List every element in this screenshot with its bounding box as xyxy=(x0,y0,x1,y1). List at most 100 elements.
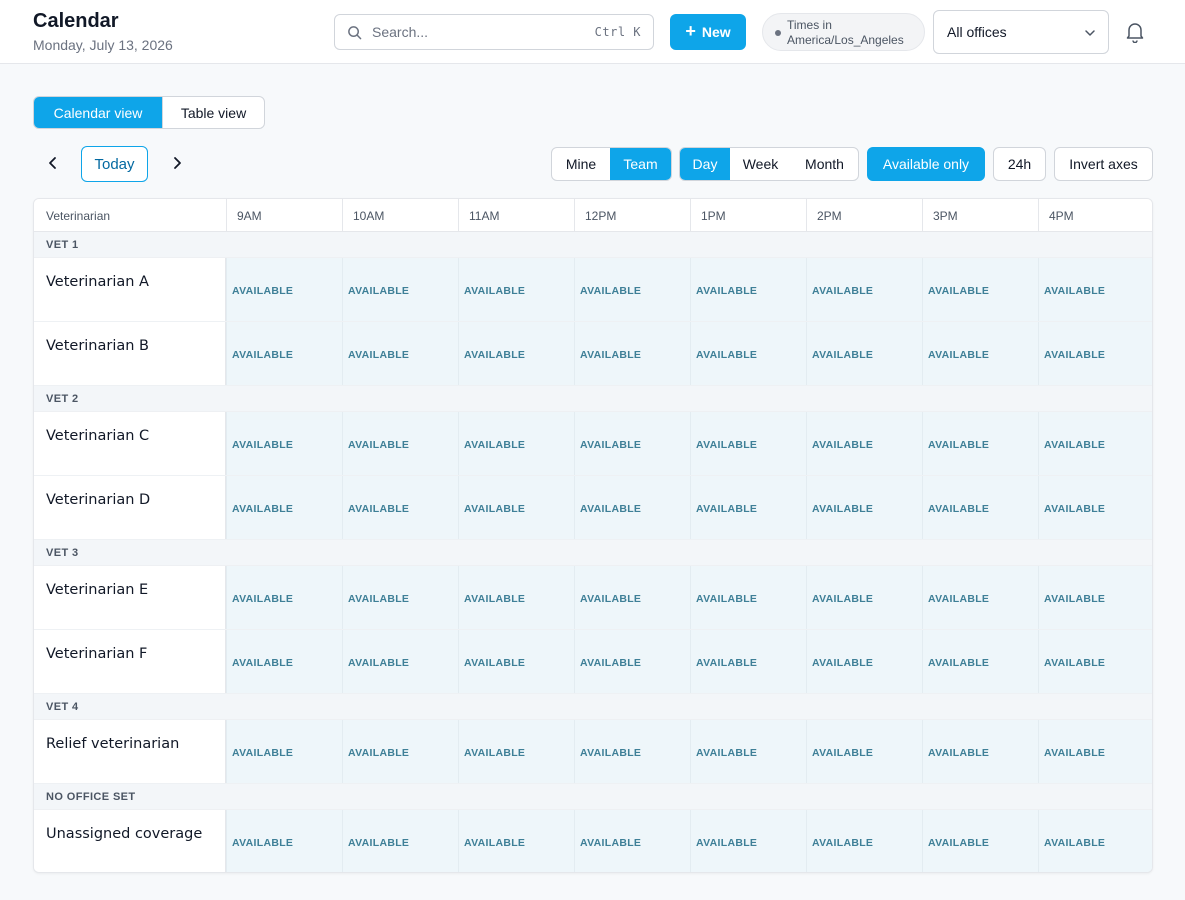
availability-slot[interactable]: AVAILABLE xyxy=(1038,810,1152,872)
availability-slot[interactable]: AVAILABLE xyxy=(806,258,922,321)
availability-label: AVAILABLE xyxy=(232,285,294,297)
availability-slot[interactable]: AVAILABLE xyxy=(806,476,922,539)
24h-toggle[interactable]: 24h xyxy=(993,147,1046,181)
availability-slot[interactable]: AVAILABLE xyxy=(226,412,342,475)
availability-slot[interactable]: AVAILABLE xyxy=(458,412,574,475)
availability-slot[interactable]: AVAILABLE xyxy=(690,630,806,693)
availability-slot[interactable]: AVAILABLE xyxy=(458,630,574,693)
availability-slot[interactable]: AVAILABLE xyxy=(574,258,690,321)
new-button[interactable]: + New xyxy=(670,14,746,50)
availability-slot[interactable]: AVAILABLE xyxy=(806,566,922,629)
available-only-toggle[interactable]: Available only xyxy=(867,147,985,181)
availability-slot[interactable]: AVAILABLE xyxy=(342,476,458,539)
availability-slot[interactable]: AVAILABLE xyxy=(342,566,458,629)
chevron-right-icon[interactable] xyxy=(168,154,186,172)
availability-slot[interactable]: AVAILABLE xyxy=(574,630,690,693)
mine-tab[interactable]: Mine xyxy=(552,148,610,180)
availability-slot[interactable]: AVAILABLE xyxy=(342,322,458,385)
availability-slot[interactable]: AVAILABLE xyxy=(574,720,690,783)
veterinarian-name: Veterinarian F xyxy=(46,646,148,662)
availability-slot[interactable]: AVAILABLE xyxy=(690,810,806,872)
availability-slot[interactable]: AVAILABLE xyxy=(458,566,574,629)
availability-slot[interactable]: AVAILABLE xyxy=(226,810,342,872)
availability-slot[interactable]: AVAILABLE xyxy=(458,322,574,385)
availability-slot[interactable]: AVAILABLE xyxy=(458,810,574,872)
availability-slot[interactable]: AVAILABLE xyxy=(342,810,458,872)
veterinarian-name-cell: Relief veterinarian xyxy=(34,720,226,783)
month-tab[interactable]: Month xyxy=(791,148,858,180)
availability-slot[interactable]: AVAILABLE xyxy=(1038,476,1152,539)
availability-slot[interactable]: AVAILABLE xyxy=(574,412,690,475)
availability-slot[interactable]: AVAILABLE xyxy=(690,258,806,321)
availability-slot[interactable]: AVAILABLE xyxy=(922,258,1038,321)
availability-slot[interactable]: AVAILABLE xyxy=(806,412,922,475)
table-view-tab[interactable]: Table view xyxy=(162,97,264,128)
availability-slot[interactable]: AVAILABLE xyxy=(574,810,690,872)
office-group-header: NO OFFICE SET xyxy=(34,784,1152,810)
availability-slot[interactable]: AVAILABLE xyxy=(1038,322,1152,385)
availability-slot[interactable]: AVAILABLE xyxy=(690,476,806,539)
team-tab[interactable]: Team xyxy=(610,148,671,180)
today-button[interactable]: Today xyxy=(81,146,148,182)
veterinarian-column-header: Veterinarian xyxy=(46,209,111,223)
availability-slot[interactable]: AVAILABLE xyxy=(458,720,574,783)
calendar-view-tab[interactable]: Calendar view xyxy=(34,97,162,128)
availability-slot[interactable]: AVAILABLE xyxy=(342,412,458,475)
availability-slot[interactable]: AVAILABLE xyxy=(226,322,342,385)
availability-slot[interactable]: AVAILABLE xyxy=(922,476,1038,539)
availability-slot[interactable]: AVAILABLE xyxy=(922,630,1038,693)
chevron-left-icon[interactable] xyxy=(44,154,62,172)
veterinarian-row: Veterinarian D AVAILABLE AVAILABLE AVAILABL… xyxy=(34,476,1152,540)
availability-slot[interactable]: AVAILABLE xyxy=(806,810,922,872)
availability-label: AVAILABLE xyxy=(580,439,642,451)
week-tab[interactable]: Week xyxy=(730,148,791,180)
availability-slot[interactable]: AVAILABLE xyxy=(922,566,1038,629)
availability-slot[interactable]: AVAILABLE xyxy=(690,322,806,385)
availability-slot[interactable]: AVAILABLE xyxy=(226,566,342,629)
availability-slot[interactable]: AVAILABLE xyxy=(458,476,574,539)
availability-slot[interactable]: AVAILABLE xyxy=(806,720,922,783)
availability-slot[interactable]: AVAILABLE xyxy=(342,258,458,321)
availability-slot[interactable]: AVAILABLE xyxy=(226,476,342,539)
day-tab[interactable]: Day xyxy=(680,148,730,180)
availability-slot[interactable]: AVAILABLE xyxy=(342,720,458,783)
availability-label: AVAILABLE xyxy=(348,837,410,849)
availability-slot[interactable]: AVAILABLE xyxy=(458,258,574,321)
availability-slot[interactable]: AVAILABLE xyxy=(226,630,342,693)
availability-slot[interactable]: AVAILABLE xyxy=(342,630,458,693)
availability-label: AVAILABLE xyxy=(348,439,410,451)
availability-slot[interactable]: AVAILABLE xyxy=(922,720,1038,783)
availability-slot[interactable]: AVAILABLE xyxy=(1038,566,1152,629)
availability-slot[interactable]: AVAILABLE xyxy=(922,412,1038,475)
availability-slot[interactable]: AVAILABLE xyxy=(1038,630,1152,693)
veterinarian-row: Veterinarian B AVAILABLE AVAILABLE AVAILABL… xyxy=(34,322,1152,386)
availability-slot[interactable]: AVAILABLE xyxy=(574,476,690,539)
availability-slot[interactable]: AVAILABLE xyxy=(922,810,1038,872)
invert-axes-button[interactable]: Invert axes xyxy=(1054,147,1153,181)
availability-slot[interactable]: AVAILABLE xyxy=(690,412,806,475)
availability-slot[interactable]: AVAILABLE xyxy=(922,322,1038,385)
availability-label: AVAILABLE xyxy=(696,439,758,451)
top-header: Calendar Monday, July 13, 2026 Search...… xyxy=(0,0,1185,64)
availability-slot[interactable]: AVAILABLE xyxy=(806,322,922,385)
availability-label: AVAILABLE xyxy=(812,657,874,669)
availability-slot[interactable]: AVAILABLE xyxy=(806,630,922,693)
availability-label: AVAILABLE xyxy=(580,837,642,849)
availability-slot[interactable]: AVAILABLE xyxy=(226,258,342,321)
availability-label: AVAILABLE xyxy=(464,593,526,605)
availability-slot[interactable]: AVAILABLE xyxy=(574,566,690,629)
availability-label: AVAILABLE xyxy=(696,593,758,605)
veterinarian-row: Veterinarian F AVAILABLE AVAILABLE AVAILABL… xyxy=(34,630,1152,694)
hour-label: 11AM xyxy=(469,209,500,223)
office-select[interactable]: All offices xyxy=(933,10,1109,54)
availability-slot[interactable]: AVAILABLE xyxy=(1038,412,1152,475)
bell-icon[interactable] xyxy=(1125,21,1145,43)
availability-slot[interactable]: AVAILABLE xyxy=(690,566,806,629)
availability-slot[interactable]: AVAILABLE xyxy=(226,720,342,783)
availability-slot[interactable]: AVAILABLE xyxy=(690,720,806,783)
availability-label: AVAILABLE xyxy=(232,593,294,605)
availability-slot[interactable]: AVAILABLE xyxy=(1038,258,1152,321)
search-input[interactable]: Search... Ctrl K xyxy=(334,14,654,50)
availability-slot[interactable]: AVAILABLE xyxy=(574,322,690,385)
availability-slot[interactable]: AVAILABLE xyxy=(1038,720,1152,783)
